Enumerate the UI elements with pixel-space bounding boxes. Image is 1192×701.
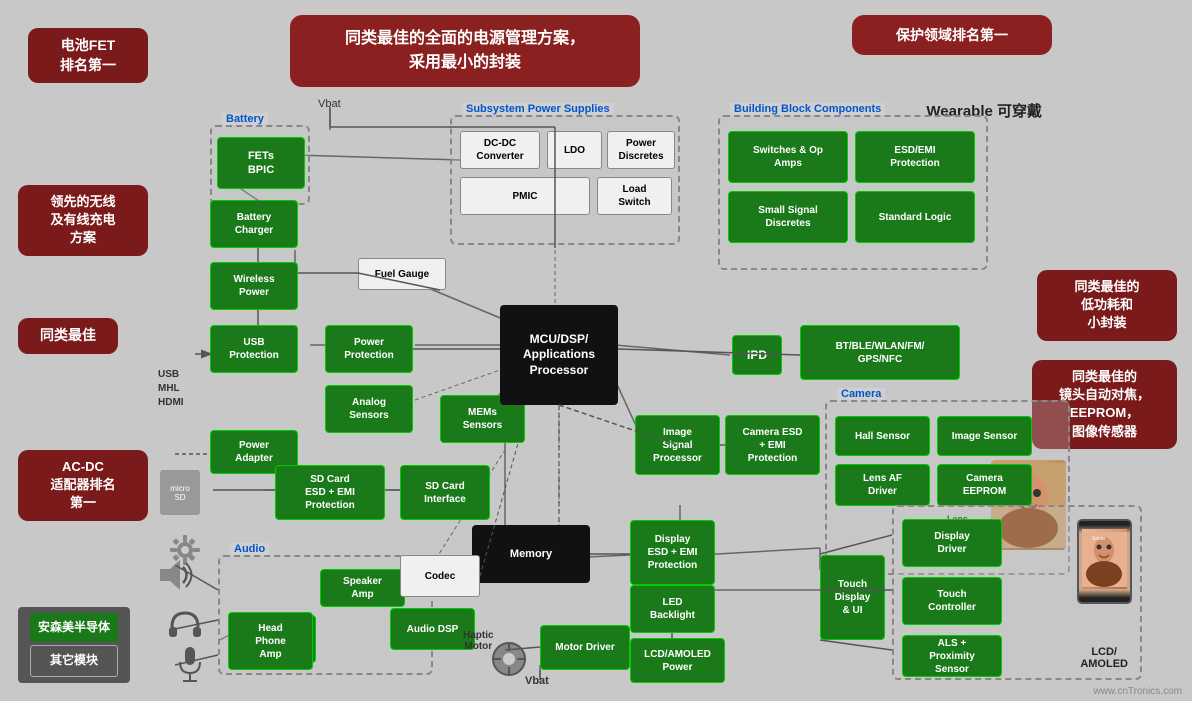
touch-controller-block: TouchController (902, 577, 1002, 625)
bt-ble-block: BT/BLE/WLAN/FM/GPS/NFC (800, 325, 960, 380)
legend-other: 其它模块 (30, 645, 118, 677)
head-phone-amp-block: HeadPhoneAmp (228, 612, 313, 670)
wireless-power-block: WirelessPower (210, 262, 298, 310)
lcd-amoled-power-block: LCD/AMOLEDPower (630, 638, 725, 683)
headphone-icon (165, 605, 205, 645)
sd-card-esd-block: SD CardESD + EMIProtection (275, 465, 385, 520)
battery-container: Battery FETsBPIC (210, 125, 310, 205)
power-discretes-block: PowerDiscretes (607, 131, 675, 169)
als-proximity-block: ALS +ProximitySensor (902, 635, 1002, 677)
touch-display-block: TouchDisplay& UI (820, 555, 885, 640)
fets-bpic-block: FETsBPIC (217, 137, 305, 189)
standard-logic-block: Standard Logic (855, 191, 975, 243)
camera-esd-block: Camera ESD+ EMIProtection (725, 415, 820, 475)
microsd-icon: microSD (160, 470, 200, 515)
image-signal-block: ImageSignalProcessor (635, 415, 720, 475)
memory-block: Memory (472, 525, 590, 583)
speaker-icon (155, 555, 195, 595)
motor-driver-block: Motor Driver (540, 625, 630, 670)
display-driver-block: DisplayDriver (902, 519, 1002, 567)
display-esd-block: DisplayESD + EMIProtection (630, 520, 715, 585)
callout-acdc: AC-DC适配器排名第一 (18, 450, 148, 521)
callout-top-right: 保护领域排名第一 (852, 15, 1052, 55)
subsystem-container: Subsystem Power Supplies DC-DCConverter … (450, 115, 680, 245)
pmic-block: PMIC (460, 177, 590, 215)
dc-dc-block: DC-DCConverter (460, 131, 540, 169)
hall-sensor-block: Hall Sensor (835, 416, 930, 456)
ipd-block: IPD (732, 335, 782, 375)
callout-wireless-charging: 领先的无线及有线充电方案 (18, 185, 148, 256)
svg-text:Sonia: Sonia (1092, 536, 1105, 542)
speaker-amp-block: SpeakerAmp (320, 569, 405, 607)
audio-title: Audio (230, 543, 269, 555)
switches-block: Switches & OpAmps (728, 131, 848, 183)
watermark: www.cnTronics.com (1093, 686, 1182, 697)
usb-protection-block: USBProtection (210, 325, 298, 373)
subsystem-title: Subsystem Power Supplies (462, 103, 614, 115)
building-block-title: Building Block Components (730, 103, 885, 115)
led-backlight-block: LEDBacklight (630, 585, 715, 633)
legend-onsemi: 安森美半导体 (30, 613, 118, 643)
lens-af-block: Lens AFDriver (835, 464, 930, 506)
microphone-icon (175, 645, 205, 685)
callout-top-center: 同类最佳的全面的电源管理方案，采用最小的封装 (290, 15, 640, 87)
mcu-block: MCU/DSP/ApplicationsProcessor (500, 305, 618, 405)
lcd-amoled-label: LCD/AMOLED (1080, 646, 1128, 670)
power-protection-block: PowerProtection (325, 325, 413, 373)
ldo-block: LDO (547, 131, 602, 169)
phone-image: Sonia (1077, 519, 1132, 604)
building-block-container: Building Block Components Switches & OpA… (718, 115, 988, 270)
usb-mhl-hdmi-label: USBMHLHDMI (158, 368, 184, 410)
callout-best-in-class: 同类最佳 (18, 318, 118, 354)
vbat-top-label: Vbat (318, 98, 341, 110)
display-driver-container: DisplayDriver TouchController ALS +Proxi… (892, 505, 1142, 680)
camera-title-label: Camera (837, 388, 885, 400)
esd-emi-building-block: ESD/EMIProtection (855, 131, 975, 183)
load-switch-block: LoadSwitch (597, 177, 672, 215)
analog-sensors-block: AnalogSensors (325, 385, 413, 433)
image-sensor-block: Image Sensor (937, 416, 1032, 456)
motor-icon (490, 640, 528, 678)
sd-card-interface-block: SD CardInterface (400, 465, 490, 520)
fuel-gauge-block: Fuel Gauge (358, 258, 446, 290)
callout-low-power: 同类最佳的低功耗和小封装 (1037, 270, 1177, 341)
small-signal-block: Small SignalDiscretes (728, 191, 848, 243)
haptic-motor-label: HapticMotor (463, 630, 494, 652)
legend-box: 安森美半导体 其它模块 (18, 607, 130, 683)
battery-title: Battery (222, 113, 268, 125)
battery-charger-block: BatteryCharger (210, 200, 298, 248)
vbat-bottom-label: Vbat (525, 675, 549, 687)
callout-battery-fet: 电池FET排名第一 (28, 28, 148, 83)
codec-block: Codec (400, 555, 480, 597)
camera-eeprom-block: CameraEEPROM (937, 464, 1032, 506)
